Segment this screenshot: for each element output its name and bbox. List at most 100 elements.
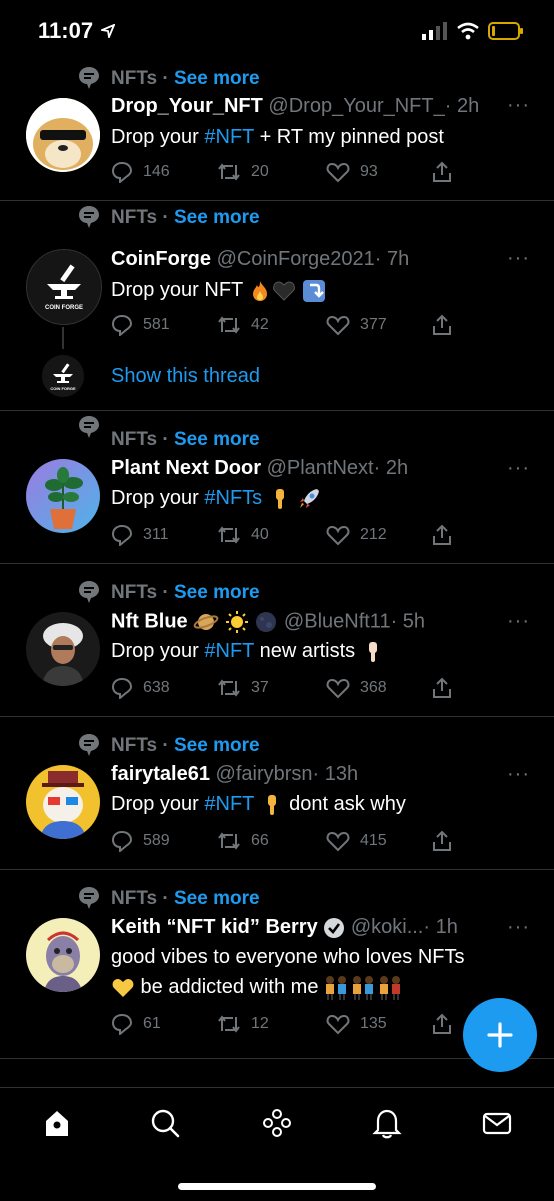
messages-icon[interactable] — [480, 1106, 514, 1140]
timestamp[interactable]: · 13h — [313, 763, 359, 785]
search-icon[interactable] — [148, 1106, 182, 1140]
retweet-button[interactable]: 20 — [217, 161, 269, 183]
retweet-button[interactable]: 66 — [217, 830, 269, 852]
topic-context: NFTs · See more — [111, 207, 260, 228]
share-button[interactable] — [431, 677, 453, 699]
display-name[interactable]: Drop_Your_NFT — [111, 95, 263, 117]
handle[interactable]: @CoinForge2021 — [217, 248, 375, 270]
retweet-button[interactable]: 12 — [217, 1013, 269, 1035]
handle[interactable]: @fairybrsn — [216, 763, 313, 785]
like-button[interactable]: 93 — [326, 161, 378, 183]
see-more-link[interactable]: See more — [174, 582, 260, 603]
thread-line — [62, 327, 64, 349]
tweet[interactable]: NFTs · See more COIN FORGE COIN FORGE Co… — [0, 201, 554, 411]
timestamp[interactable]: · 2h — [374, 457, 408, 479]
share-button[interactable] — [431, 314, 453, 336]
hashtag-link[interactable]: #NFT — [204, 793, 254, 815]
more-options-icon[interactable]: ··· — [507, 610, 530, 633]
timeline-feed[interactable]: NFTs · See more Drop_Your_NFT @Drop_Your… — [0, 62, 554, 1059]
tweet[interactable]: NFTs · See more Drop_Your_NFT @Drop_Your… — [0, 62, 554, 201]
tweet-actions: 581 42 377 — [111, 314, 456, 340]
home-indicator[interactable] — [178, 1183, 376, 1190]
retweet-button[interactable]: 42 — [217, 314, 269, 336]
tweet[interactable]: NFTs · See more Nft Blue @BlueNft11· 5h … — [0, 564, 554, 717]
compose-tweet-button[interactable] — [463, 998, 537, 1072]
like-button[interactable]: 368 — [326, 677, 387, 699]
retweet-icon — [218, 526, 240, 544]
more-options-icon[interactable]: ··· — [507, 763, 530, 786]
handle[interactable]: @PlantNext — [267, 457, 374, 479]
reply-button[interactable]: 581 — [111, 314, 170, 336]
avatar[interactable] — [26, 98, 100, 172]
like-count: 93 — [360, 163, 378, 180]
handle[interactable]: @BlueNft11 — [284, 610, 391, 632]
show-thread-link[interactable]: Show this thread — [111, 365, 260, 388]
handle[interactable]: @koki... — [351, 916, 424, 938]
like-button[interactable]: 135 — [326, 1013, 387, 1035]
display-name[interactable]: fairytale61 — [111, 763, 210, 785]
topic-label: NFTs — [111, 68, 158, 89]
like-button[interactable]: 212 — [326, 524, 387, 546]
retweet-button[interactable]: 37 — [217, 677, 269, 699]
see-more-link[interactable]: See more — [174, 735, 260, 756]
share-button[interactable] — [431, 161, 453, 183]
home-icon[interactable] — [40, 1106, 74, 1140]
retweet-icon — [218, 163, 240, 181]
spaces-icon[interactable] — [260, 1106, 294, 1140]
avatar[interactable] — [26, 765, 100, 839]
see-more-link[interactable]: See more — [174, 888, 260, 909]
topic-icon — [79, 67, 99, 89]
display-name[interactable]: Nft Blue — [111, 610, 188, 632]
tweet-actions: 589 66 415 — [111, 830, 456, 856]
hashtag-link[interactable]: #NFT — [204, 640, 254, 662]
avatar[interactable]: COIN FORGE — [26, 249, 102, 325]
timestamp[interactable]: · 2h — [445, 95, 479, 117]
timestamp[interactable]: · 1h — [423, 916, 457, 938]
tweet[interactable]: NFTs · See more fairytale61 @fairybrsn· … — [0, 717, 554, 870]
more-options-icon[interactable]: ··· — [507, 247, 530, 270]
avatar[interactable] — [26, 612, 100, 686]
timestamp[interactable]: · 5h — [391, 610, 425, 632]
display-name[interactable]: Keith “NFT kid” Berry — [111, 916, 318, 938]
avatar[interactable] — [26, 918, 100, 992]
more-options-icon[interactable]: ··· — [507, 916, 530, 939]
more-options-icon[interactable]: ··· — [507, 457, 530, 480]
retweet-button[interactable]: 40 — [217, 524, 269, 546]
text-line: good vibes to everyone who loves NFTs — [111, 946, 465, 968]
like-count: 377 — [360, 316, 387, 333]
see-more-link[interactable]: See more — [174, 429, 260, 450]
display-name[interactable]: CoinForge — [111, 248, 211, 270]
more-options-icon[interactable]: ··· — [507, 94, 530, 117]
notifications-icon[interactable] — [370, 1106, 404, 1140]
topic-label: NFTs — [111, 888, 158, 909]
retweet-icon — [218, 1015, 240, 1033]
like-button[interactable]: 377 — [326, 314, 387, 336]
share-button[interactable] — [431, 1013, 453, 1035]
reply-button[interactable]: 311 — [111, 524, 169, 546]
topic-icon — [79, 206, 99, 228]
see-more-link[interactable]: See more — [174, 207, 260, 228]
reply-button[interactable]: 61 — [111, 1013, 161, 1035]
topic-context: NFTs · See more — [111, 582, 260, 603]
thread-avatar[interactable]: COIN FORGE — [42, 355, 84, 397]
like-count: 135 — [360, 1015, 387, 1032]
reply-button[interactable]: 146 — [111, 161, 170, 183]
display-name[interactable]: Plant Next Door — [111, 457, 261, 479]
see-more-link[interactable]: See more — [174, 68, 260, 89]
heart-icon — [326, 1014, 350, 1035]
like-button[interactable]: 415 — [326, 830, 387, 852]
tweet[interactable]: NFTs · See more Plant Next Door @PlantNe… — [0, 411, 554, 564]
hashtag-link[interactable]: #NFTs — [204, 487, 262, 509]
wifi-icon — [457, 22, 479, 40]
reply-button[interactable]: 638 — [111, 677, 170, 699]
reply-icon — [111, 677, 133, 699]
share-button[interactable] — [431, 524, 453, 546]
avatar[interactable] — [26, 459, 100, 533]
share-button[interactable] — [431, 830, 453, 852]
pointing-down-emoji-icon — [275, 488, 284, 509]
timestamp[interactable]: · 7h — [375, 248, 409, 270]
reply-button[interactable]: 589 — [111, 830, 170, 852]
hashtag-link[interactable]: #NFT — [204, 126, 254, 148]
reply-icon — [111, 524, 133, 546]
handle[interactable]: @Drop_Your_NFT_ — [268, 95, 444, 117]
